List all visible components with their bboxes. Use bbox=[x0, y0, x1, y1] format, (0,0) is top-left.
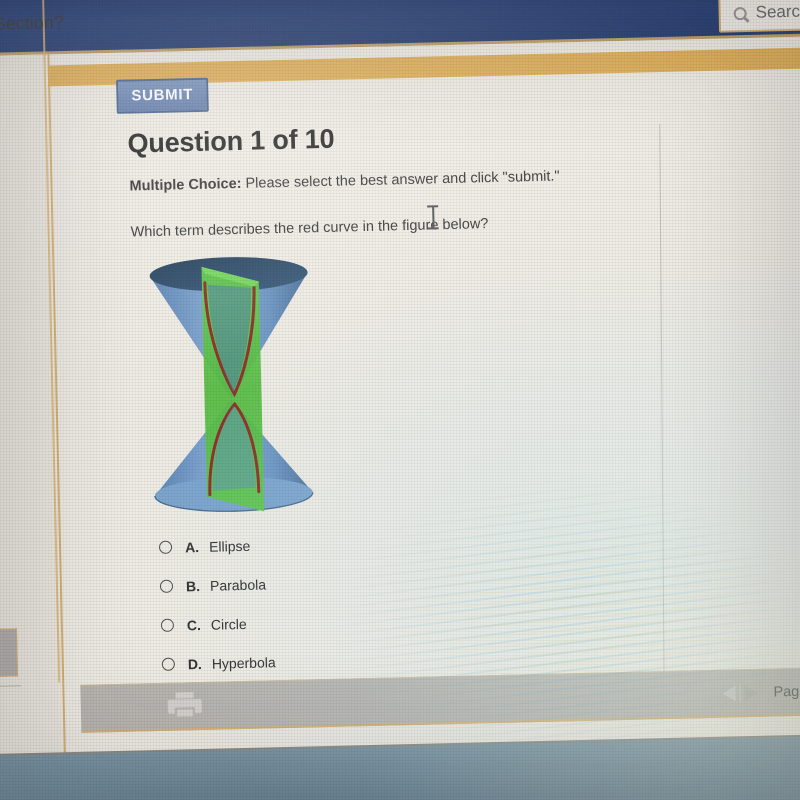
option-a[interactable]: A. Ellipse bbox=[158, 525, 274, 567]
arrow-left-icon[interactable] bbox=[722, 684, 736, 702]
option-b-text: Parabola bbox=[209, 575, 267, 594]
submit-button[interactable]: SUBMIT bbox=[116, 77, 209, 114]
page-label: Page bbox=[773, 683, 800, 701]
double-cone-figure bbox=[141, 252, 322, 521]
search-icon bbox=[733, 6, 747, 20]
option-a-text: Ellipse bbox=[208, 537, 251, 555]
screen-photo: Policy at Is a Conic Section? Search SUB… bbox=[0, 0, 800, 800]
search-input[interactable]: Search bbox=[718, 0, 800, 33]
conic-section-svg bbox=[149, 257, 314, 512]
option-a-letter: A. bbox=[184, 538, 200, 555]
page-navigation: Page 2 of 2 GO bbox=[722, 673, 800, 708]
option-d-letter: D. bbox=[187, 655, 203, 672]
answer-options: A. Ellipse B. Parabola C. Circle D. Hype… bbox=[158, 525, 276, 684]
arrow-right-icon[interactable] bbox=[744, 684, 758, 701]
option-d[interactable]: D. Hyperbola bbox=[161, 642, 276, 684]
option-c[interactable]: C. Circle bbox=[160, 603, 275, 645]
text-cursor bbox=[427, 205, 439, 229]
radio-a[interactable] bbox=[158, 540, 173, 554]
option-b-letter: B. bbox=[185, 577, 201, 594]
radio-d[interactable] bbox=[161, 657, 175, 671]
option-c-text: Circle bbox=[210, 615, 247, 633]
printer-icon[interactable] bbox=[167, 692, 203, 720]
radio-b[interactable] bbox=[159, 579, 174, 593]
question-heading: Question 1 of 10 bbox=[127, 123, 335, 159]
search-placeholder: Search bbox=[755, 1, 800, 22]
option-d-text: Hyperbola bbox=[211, 653, 276, 672]
sidebar-gray-block bbox=[0, 628, 19, 679]
screen-content: Policy at Is a Conic Section? Search SUB… bbox=[0, 0, 800, 800]
option-c-letter: C. bbox=[186, 616, 202, 633]
nav-separator bbox=[739, 683, 741, 703]
option-b[interactable]: B. Parabola bbox=[159, 564, 275, 606]
radio-c[interactable] bbox=[160, 618, 175, 632]
instruction-label: Multiple Choice: bbox=[129, 175, 242, 195]
